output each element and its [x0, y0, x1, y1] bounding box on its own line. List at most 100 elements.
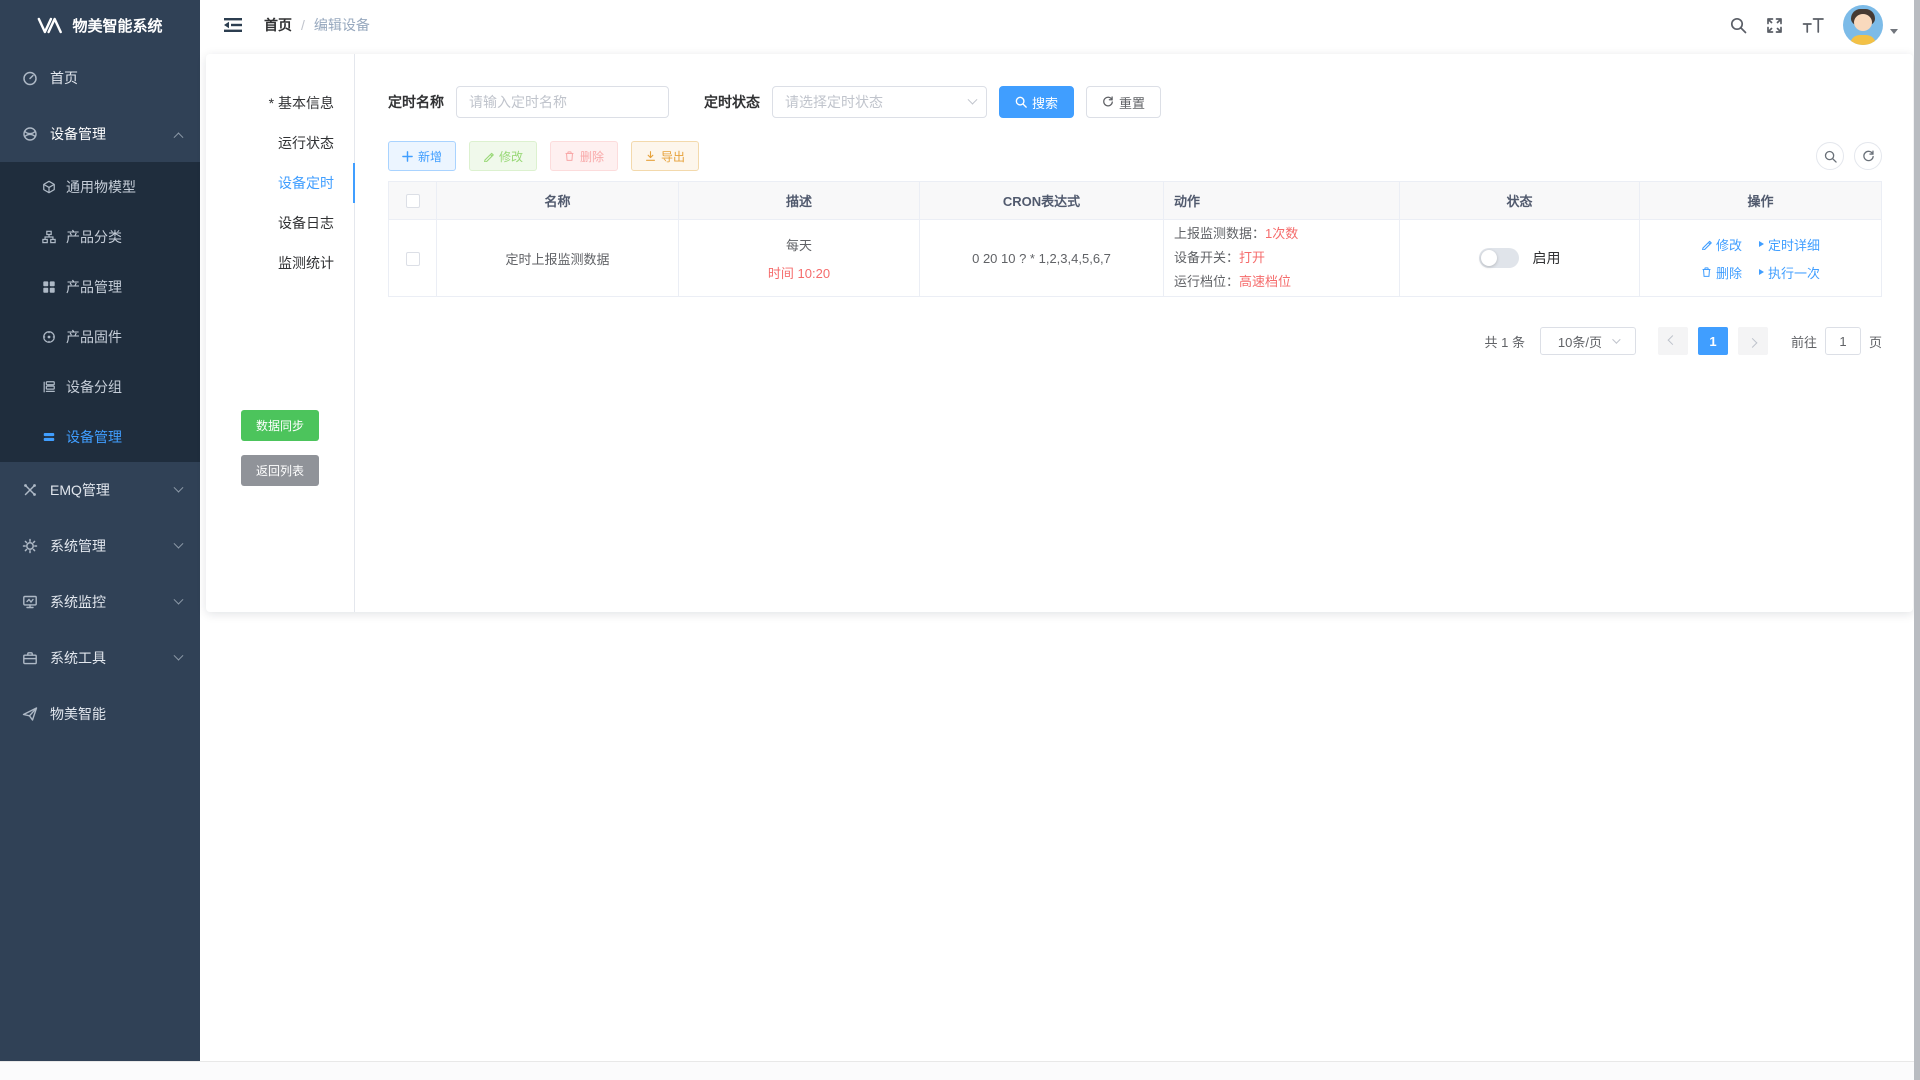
dashboard-icon [22, 70, 38, 86]
add-button[interactable]: 新增 [388, 141, 456, 171]
edit-icon [483, 151, 494, 162]
next-page-button[interactable] [1738, 327, 1768, 355]
sidebar-item-wumei-smart[interactable]: 物美智能 [0, 686, 200, 742]
header-status: 状态 [1400, 182, 1640, 220]
export-button[interactable]: 导出 [631, 141, 699, 171]
tab-label: 基本信息 [278, 95, 334, 111]
app-root: 物美智能系统 首页 设备管理 通用物模型 [0, 0, 1920, 1080]
sidebar-item-label: 首页 [50, 68, 78, 88]
group-icon [42, 380, 56, 394]
tab-device-log[interactable]: 设备日志 [206, 203, 354, 243]
grid-icon [42, 280, 56, 294]
sidebar-item-device-management[interactable]: 设备管理 [0, 106, 200, 162]
show-search-icon[interactable] [1816, 142, 1844, 170]
row-checkbox-cell [389, 220, 437, 297]
select-placeholder: 请选择定时状态 [785, 92, 883, 112]
sidebar-item-device-group[interactable]: 设备分组 [0, 362, 200, 412]
action-line: 运行档位：高速档位 [1174, 270, 1399, 294]
sidebar-item-device-management-sub[interactable]: 设备管理 [0, 412, 200, 462]
sidebar-item-product-management[interactable]: 产品管理 [0, 262, 200, 312]
side-buttons: 数据同步 返回列表 [206, 410, 354, 486]
sidebar-item-product-firmware[interactable]: 产品固件 [0, 312, 200, 362]
edit-device-card: * 基本信息 运行状态 设备定时 设备日志 监测统计 数据同步 返回列表 定时名… [206, 54, 1913, 612]
sidebar-item-emq[interactable]: EMQ管理 [0, 462, 200, 518]
pagination: 共 1 条 10条/页 1 前往 页 [388, 327, 1882, 355]
page-size-select[interactable]: 10条/页 [1540, 327, 1636, 355]
logo[interactable]: 物美智能系统 [0, 0, 200, 50]
sidebar-item-home[interactable]: 首页 [0, 50, 200, 106]
header-action: 动作 [1164, 182, 1400, 220]
fullscreen-icon[interactable] [1766, 17, 1783, 34]
sidebar-item-system-monitor[interactable]: 系统监控 [0, 574, 200, 630]
tab-device-timer[interactable]: 设备定时 [206, 163, 354, 203]
edit-button[interactable]: 修改 [469, 141, 537, 171]
delete-button-label: 删除 [580, 148, 604, 165]
search-icon[interactable] [1730, 17, 1747, 34]
toggle-knob [1481, 250, 1497, 266]
sidebar: 物美智能系统 首页 设备管理 通用物模型 [0, 0, 200, 1080]
table-tools [1816, 142, 1882, 170]
download-icon [645, 150, 656, 162]
sidebar-item-system-tools[interactable]: 系统工具 [0, 630, 200, 686]
user-menu[interactable] [1843, 5, 1898, 45]
back-to-list-button[interactable]: 返回列表 [241, 455, 319, 486]
horizontal-scrollbar[interactable] [0, 1061, 1914, 1080]
sidebar-item-system-management[interactable]: 系统管理 [0, 518, 200, 574]
devices-icon [22, 126, 38, 142]
sidebar-item-label: 产品管理 [66, 277, 122, 297]
tab-monitor-stats[interactable]: 监测统计 [206, 243, 354, 283]
header-cron: CRON表达式 [920, 182, 1164, 220]
desc-secondary: 时间 10:20 [679, 263, 919, 282]
prev-page-button[interactable] [1658, 327, 1688, 355]
op-delete-link[interactable]: 删除 [1701, 263, 1742, 282]
timer-table: 名称 描述 CRON表达式 动作 状态 操作 定时上报监测数据 [388, 181, 1882, 297]
breadcrumb-separator: / [301, 17, 305, 33]
tab-running-status[interactable]: 运行状态 [206, 123, 354, 163]
chevron-down-icon [1612, 335, 1620, 343]
logo-icon [37, 17, 63, 34]
header-operations: 操作 [1640, 182, 1882, 220]
goto-page-input[interactable] [1825, 327, 1861, 355]
action-line: 设备开关：打开 [1174, 246, 1399, 270]
chevron-left-icon [1668, 335, 1678, 345]
chevron-up-icon [174, 132, 184, 142]
sidebar-item-label: 物美智能 [50, 704, 106, 724]
delete-button[interactable]: 删除 [550, 141, 618, 171]
required-mark: * [269, 95, 274, 111]
edit-icon [1701, 239, 1712, 250]
edit-button-label: 修改 [499, 148, 523, 165]
search-button[interactable]: 搜索 [999, 86, 1074, 118]
timer-name-input[interactable] [456, 86, 669, 118]
chevron-down-icon [174, 482, 184, 492]
sidebar-item-thing-model[interactable]: 通用物模型 [0, 162, 200, 212]
sidebar-item-product-category[interactable]: 产品分类 [0, 212, 200, 262]
page-number-1[interactable]: 1 [1698, 327, 1728, 355]
vertical-scrollbar[interactable] [1914, 0, 1920, 1080]
refresh-icon[interactable] [1854, 142, 1882, 170]
timer-status-select[interactable]: 请选择定时状态 [772, 86, 987, 118]
chevron-right-icon [1748, 337, 1758, 347]
monitor-icon [22, 594, 38, 610]
breadcrumb-home[interactable]: 首页 [264, 15, 292, 35]
filter-form: 定时名称 定时状态 请选择定时状态 搜索 重置 [388, 86, 1882, 118]
trash-icon [1701, 266, 1712, 278]
cube-icon [42, 180, 56, 194]
data-sync-button[interactable]: 数据同步 [241, 410, 319, 441]
plus-icon [402, 151, 413, 162]
reset-button[interactable]: 重置 [1086, 86, 1161, 118]
breadcrumb-current: 编辑设备 [314, 15, 370, 35]
status-toggle[interactable] [1479, 248, 1519, 268]
chevron-down-icon [174, 538, 184, 548]
sidebar-collapse-icon[interactable] [224, 17, 242, 33]
row-checkbox[interactable] [406, 252, 420, 266]
search-button-label: 搜索 [1032, 93, 1058, 112]
avatar[interactable] [1843, 5, 1883, 45]
op-run-once-link[interactable]: 执行一次 [1759, 263, 1820, 282]
tab-basic-info[interactable]: * 基本信息 [206, 83, 354, 123]
select-all-checkbox[interactable] [406, 194, 420, 208]
op-timer-detail-link[interactable]: 定时详细 [1759, 235, 1820, 254]
header-name: 名称 [437, 182, 679, 220]
caret-right-icon [1759, 241, 1764, 247]
font-size-icon[interactable] [1802, 17, 1824, 34]
op-edit-link[interactable]: 修改 [1701, 235, 1742, 254]
